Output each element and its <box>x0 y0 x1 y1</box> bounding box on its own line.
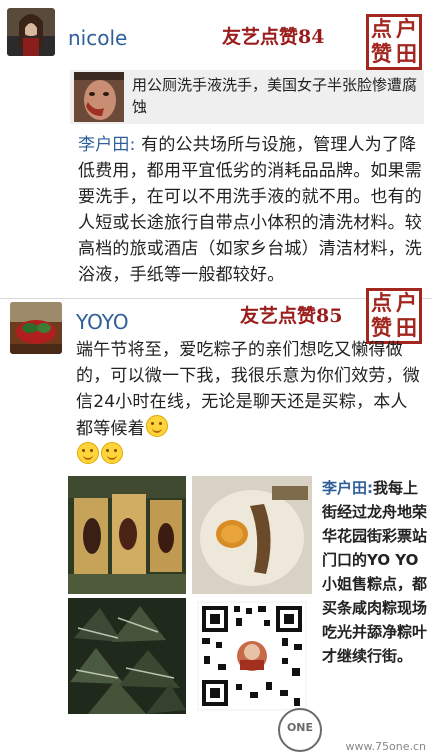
likes-label: 友艺点赞85 <box>240 305 343 327</box>
comment-text: 有的公共场所与设施，管理人为了降低费用，都用平宜低劣的消耗品品牌。如果需要洗手，… <box>78 135 422 285</box>
photo-zongzi-pile[interactable] <box>68 598 186 714</box>
stamp-seal: 点户 赞田 <box>366 288 422 344</box>
post-text: 端午节将至，爱吃粽子的亲们想吃又懒得做的，可以微一下我，我很乐意为你们效劳，微信… <box>76 337 422 469</box>
avatar-nicole[interactable] <box>7 8 55 56</box>
watermark: www.75one.cn <box>345 740 426 753</box>
avatar-image <box>7 8 55 56</box>
article-title[interactable]: 用公厕洗手液洗手，美国女子半张脸惨遭腐蚀 <box>132 74 417 118</box>
stamp-seal: 点户 赞田 <box>366 14 422 70</box>
photo-zongzi-sliced[interactable] <box>68 476 186 594</box>
article-thumbnail <box>74 72 124 122</box>
comment-author[interactable]: 李户田: <box>78 135 136 155</box>
avatar-yoyo[interactable] <box>10 302 62 354</box>
shared-article-card[interactable]: 用公厕洗手液洗手，美国女子半张脸惨遭腐蚀 <box>70 70 424 124</box>
smile-emoji-icon <box>101 442 123 464</box>
comment-block: 李户田: 有的公共场所与设施，管理人为了降低费用，都用平宜低劣的消耗品品牌。如果… <box>78 132 424 288</box>
photo-zongzi-egg-yolk[interactable] <box>192 476 312 594</box>
comment-author[interactable]: 李户田: <box>322 479 373 497</box>
username[interactable]: nicole <box>68 26 127 50</box>
smile-emoji-icon <box>77 442 99 464</box>
side-comment-text: 我每上街经过龙舟地荣华花园街彩票站门口的YO YO 小姐售粽点，都买条咸肉粽现场… <box>322 479 428 665</box>
likes-label: 友艺点赞84 <box>222 26 325 48</box>
side-comment: 李户田:我每上街经过龙舟地荣华花园街彩票站门口的YO YO 小姐售粽点，都买条咸… <box>322 476 428 668</box>
smile-emoji-icon <box>145 415 168 437</box>
avatar-image <box>10 302 62 354</box>
wechat-qr-code[interactable] <box>192 598 312 714</box>
username[interactable]: YOYO <box>76 310 129 334</box>
site-logo: ONE <box>278 708 322 752</box>
